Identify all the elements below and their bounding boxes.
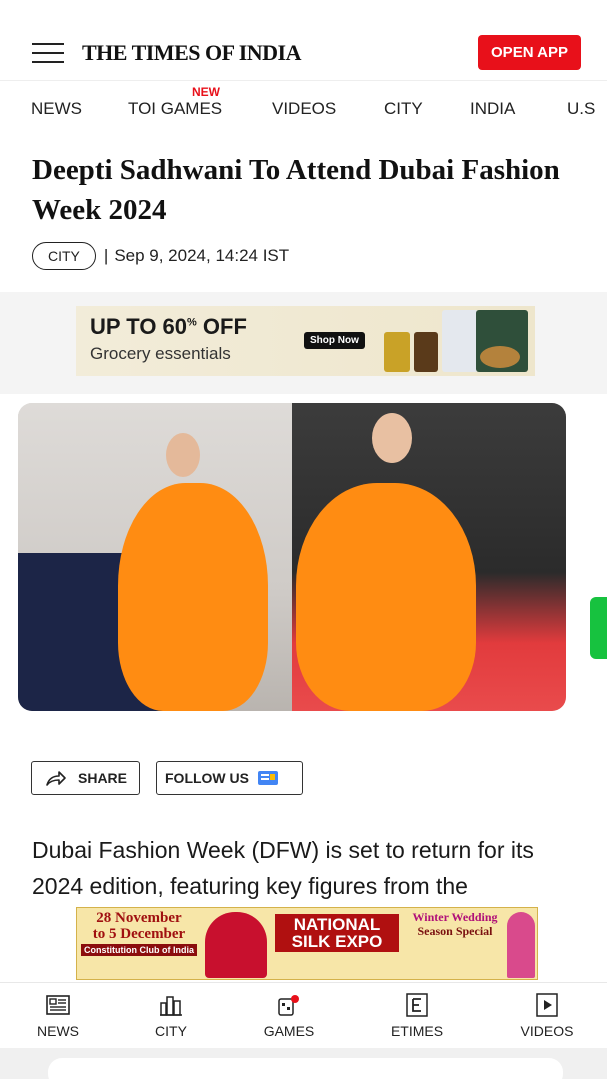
bottom-nav-news[interactable]: NEWS — [13, 993, 103, 1039]
product-jar-image — [384, 332, 410, 372]
meta-separator: | — [103, 246, 109, 265]
product-bowl-image — [480, 346, 520, 368]
bottom-nav-label: VIDEOS — [520, 1023, 574, 1039]
article-meta: CITY | Sep 9, 2024, 14:24 IST — [32, 242, 289, 270]
category-tag[interactable]: CITY — [32, 242, 96, 270]
share-button[interactable]: SHARE — [31, 761, 140, 795]
nav-item-news[interactable]: NEWS — [31, 99, 82, 119]
ad-promo: Winter Wedding Season Special — [412, 910, 498, 938]
side-tab-handle[interactable] — [590, 597, 607, 659]
publish-date: Sep 9, 2024, 14:24 IST — [114, 246, 290, 265]
article-body: Dubai Fashion Week (DFW) is set to retur… — [32, 837, 534, 899]
silk-expo-ad-banner[interactable]: 28 November to 5 December Constitution C… — [76, 907, 538, 980]
play-icon — [536, 993, 558, 1017]
bottom-navigation: NEWS CITY GAMES ETIMES VIDEOS — [0, 982, 607, 1049]
follow-label: FOLLOW US — [165, 770, 249, 786]
nav-item-city[interactable]: CITY — [384, 99, 423, 119]
product-jar-image — [414, 332, 438, 372]
photo-right-panel — [292, 403, 566, 711]
photo-left-panel — [18, 403, 292, 711]
site-header: THE TIMES OF INDIA OPEN APP — [0, 0, 607, 80]
open-app-button[interactable]: OPEN APP — [478, 35, 581, 70]
bottom-card — [48, 1058, 563, 1088]
google-news-icon — [258, 771, 278, 785]
ad-brand: NATIONAL SILK EXPO — [275, 914, 399, 952]
ad-dates: 28 November to 5 December — [92, 910, 186, 942]
bottom-nav-label: NEWS — [37, 1023, 79, 1039]
ad-model-image — [507, 912, 535, 978]
grocery-ad-banner[interactable]: UP TO 60% OFF Grocery essentials Shop No… — [76, 306, 535, 376]
share-icon — [46, 771, 66, 786]
bottom-nav-games[interactable]: GAMES — [244, 993, 334, 1039]
article-title: Deepti Sadhwani To Attend Dubai Fashion … — [32, 154, 560, 226]
hamburger-menu-icon[interactable] — [32, 43, 64, 63]
orange-gown-shape — [118, 483, 268, 711]
nav-item-toi-games[interactable]: TOI GAMES — [128, 99, 222, 119]
bottom-nav-label: GAMES — [263, 1023, 315, 1039]
follow-us-button[interactable]: FOLLOW US — [156, 761, 303, 795]
bottom-nav-etimes[interactable]: ETIMES — [372, 993, 462, 1039]
face-shape — [166, 433, 200, 477]
newspaper-icon — [46, 995, 70, 1015]
product-pouch-image — [442, 310, 478, 372]
orange-gown-shape — [296, 483, 476, 711]
site-logo[interactable]: THE TIMES OF INDIA — [82, 40, 302, 66]
shop-now-button[interactable]: Shop Now — [304, 332, 365, 349]
games-icon — [278, 995, 299, 1016]
article-hero-image[interactable] — [18, 403, 566, 711]
nav-item-us[interactable]: U.S — [567, 99, 595, 119]
bottom-nav-city[interactable]: CITY — [126, 993, 216, 1039]
share-label: SHARE — [78, 770, 128, 786]
bottom-nav-label: ETIMES — [390, 1023, 444, 1039]
ad-subline: Grocery essentials — [90, 344, 231, 363]
nav-item-india[interactable]: INDIA — [470, 99, 515, 119]
city-icon — [160, 996, 182, 1016]
nav-item-videos[interactable]: VIDEOS — [272, 99, 336, 119]
ad-model-image — [205, 912, 267, 978]
bottom-nav-videos[interactable]: VIDEOS — [502, 993, 592, 1039]
etimes-icon — [406, 993, 428, 1017]
new-badge: NEW — [192, 85, 220, 99]
ad-venue: Constitution Club of India — [81, 944, 197, 956]
section-nav: NEW NEWS TOI GAMES VIDEOS CITY INDIA U.S — [0, 80, 607, 131]
face-shape — [372, 413, 412, 463]
ad-headline: UP TO 60% OFF — [90, 314, 247, 339]
bottom-nav-label: CITY — [155, 1023, 187, 1039]
